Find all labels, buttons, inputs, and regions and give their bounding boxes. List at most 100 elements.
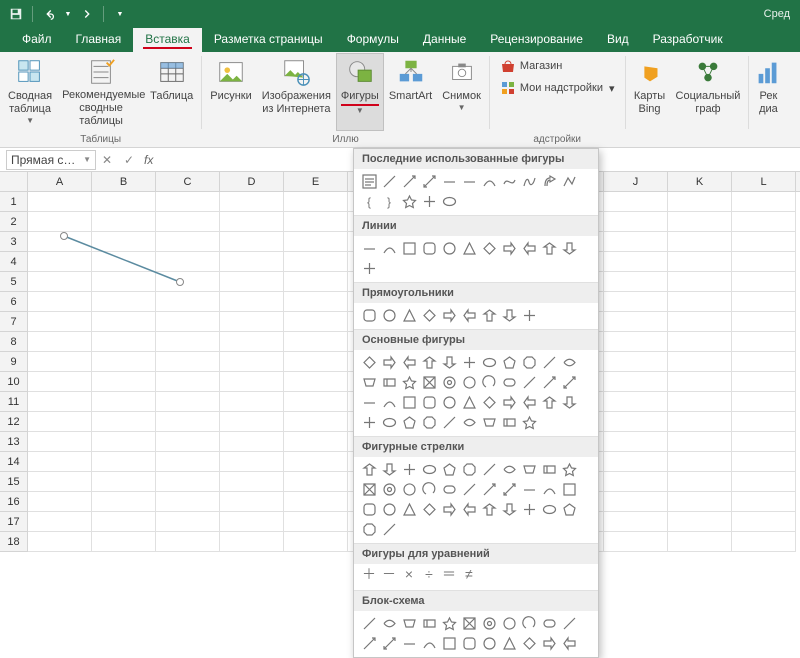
cell[interactable] xyxy=(220,232,284,252)
cell[interactable] xyxy=(284,192,348,212)
cell[interactable] xyxy=(604,212,668,232)
cell[interactable] xyxy=(732,292,796,312)
cell[interactable] xyxy=(92,412,156,432)
shape-option[interactable] xyxy=(440,480,458,498)
shape-option[interactable] xyxy=(460,460,478,478)
shape-option[interactable] xyxy=(480,614,498,632)
cell[interactable] xyxy=(220,452,284,472)
cell[interactable] xyxy=(668,192,732,212)
cell[interactable] xyxy=(284,372,348,392)
cell[interactable] xyxy=(604,472,668,492)
cell[interactable] xyxy=(156,212,220,232)
shape-option[interactable] xyxy=(540,172,558,190)
column-header[interactable]: D xyxy=(220,172,284,191)
cell[interactable] xyxy=(732,352,796,372)
shape-option[interactable] xyxy=(480,413,498,431)
shape-option[interactable] xyxy=(540,460,558,478)
shape-option[interactable] xyxy=(500,413,518,431)
shape-option[interactable]: ≠ xyxy=(460,567,478,585)
shape-option[interactable] xyxy=(500,306,518,324)
cell[interactable] xyxy=(28,352,92,372)
shape-option[interactable] xyxy=(560,500,578,518)
shape-option[interactable] xyxy=(440,500,458,518)
cell[interactable] xyxy=(92,312,156,332)
shape-option[interactable] xyxy=(420,192,438,210)
row-header[interactable]: 4 xyxy=(0,252,28,272)
cell[interactable] xyxy=(92,192,156,212)
confirm-formula-button[interactable]: ✓ xyxy=(118,153,140,167)
shape-option[interactable] xyxy=(380,393,398,411)
shape-option[interactable] xyxy=(360,373,378,391)
cell[interactable] xyxy=(156,292,220,312)
shape-option[interactable] xyxy=(500,393,518,411)
cell[interactable] xyxy=(668,272,732,292)
cell[interactable] xyxy=(28,532,92,552)
shape-option[interactable] xyxy=(440,614,458,632)
shape-option[interactable] xyxy=(520,634,538,652)
cell[interactable] xyxy=(92,212,156,232)
shape-option[interactable] xyxy=(480,306,498,324)
cell[interactable] xyxy=(604,492,668,512)
shape-option[interactable] xyxy=(420,306,438,324)
shape-option[interactable] xyxy=(400,413,418,431)
shape-option[interactable] xyxy=(420,634,438,652)
shape-option[interactable] xyxy=(380,614,398,632)
cell[interactable] xyxy=(604,332,668,352)
cell[interactable] xyxy=(604,512,668,532)
cell[interactable] xyxy=(668,352,732,372)
shape-option[interactable] xyxy=(500,239,518,257)
cell[interactable] xyxy=(92,372,156,392)
cell[interactable] xyxy=(92,432,156,452)
cell[interactable] xyxy=(28,252,92,272)
cell[interactable] xyxy=(220,412,284,432)
tab-formulas[interactable]: Формулы xyxy=(335,28,411,52)
cell[interactable] xyxy=(668,292,732,312)
name-box[interactable]: Прямая с… ▼ xyxy=(6,150,96,170)
tab-home[interactable]: Главная xyxy=(64,28,134,52)
cell[interactable] xyxy=(604,372,668,392)
tab-review[interactable]: Рецензирование xyxy=(478,28,595,52)
cell[interactable] xyxy=(156,192,220,212)
shape-option[interactable] xyxy=(480,172,498,190)
shape-option[interactable] xyxy=(520,500,538,518)
cell[interactable] xyxy=(732,472,796,492)
shape-option[interactable] xyxy=(420,353,438,371)
cell[interactable] xyxy=(28,192,92,212)
shape-option[interactable]: ＝ xyxy=(440,567,458,585)
cell[interactable] xyxy=(156,372,220,392)
cell[interactable] xyxy=(92,472,156,492)
shape-option[interactable] xyxy=(440,172,458,190)
tab-file[interactable]: Файл xyxy=(10,28,64,52)
cell[interactable] xyxy=(604,292,668,312)
tab-insert[interactable]: Вставка xyxy=(133,28,202,52)
cell[interactable] xyxy=(92,232,156,252)
row-header[interactable]: 15 xyxy=(0,472,28,492)
shape-option[interactable] xyxy=(400,239,418,257)
shape-option[interactable] xyxy=(420,460,438,478)
shape-option[interactable] xyxy=(560,172,578,190)
cell[interactable] xyxy=(92,452,156,472)
cell[interactable] xyxy=(668,412,732,432)
shape-option[interactable] xyxy=(500,480,518,498)
shape-option[interactable] xyxy=(420,614,438,632)
cell[interactable] xyxy=(156,272,220,292)
cell[interactable] xyxy=(92,492,156,512)
cell[interactable] xyxy=(28,432,92,452)
shape-option[interactable] xyxy=(360,239,378,257)
cell[interactable] xyxy=(604,392,668,412)
shape-option[interactable] xyxy=(520,306,538,324)
shape-option[interactable] xyxy=(460,306,478,324)
cell[interactable] xyxy=(220,192,284,212)
shape-option[interactable] xyxy=(520,413,538,431)
cell[interactable] xyxy=(28,412,92,432)
undo-caret[interactable]: ▼ xyxy=(63,3,73,25)
shape-option[interactable] xyxy=(480,393,498,411)
shape-option[interactable] xyxy=(400,460,418,478)
column-header[interactable]: B xyxy=(92,172,156,191)
column-header[interactable]: A xyxy=(28,172,92,191)
cell[interactable] xyxy=(28,392,92,412)
cell[interactable] xyxy=(732,232,796,252)
cell[interactable] xyxy=(156,432,220,452)
cell[interactable] xyxy=(668,312,732,332)
cell[interactable] xyxy=(220,432,284,452)
